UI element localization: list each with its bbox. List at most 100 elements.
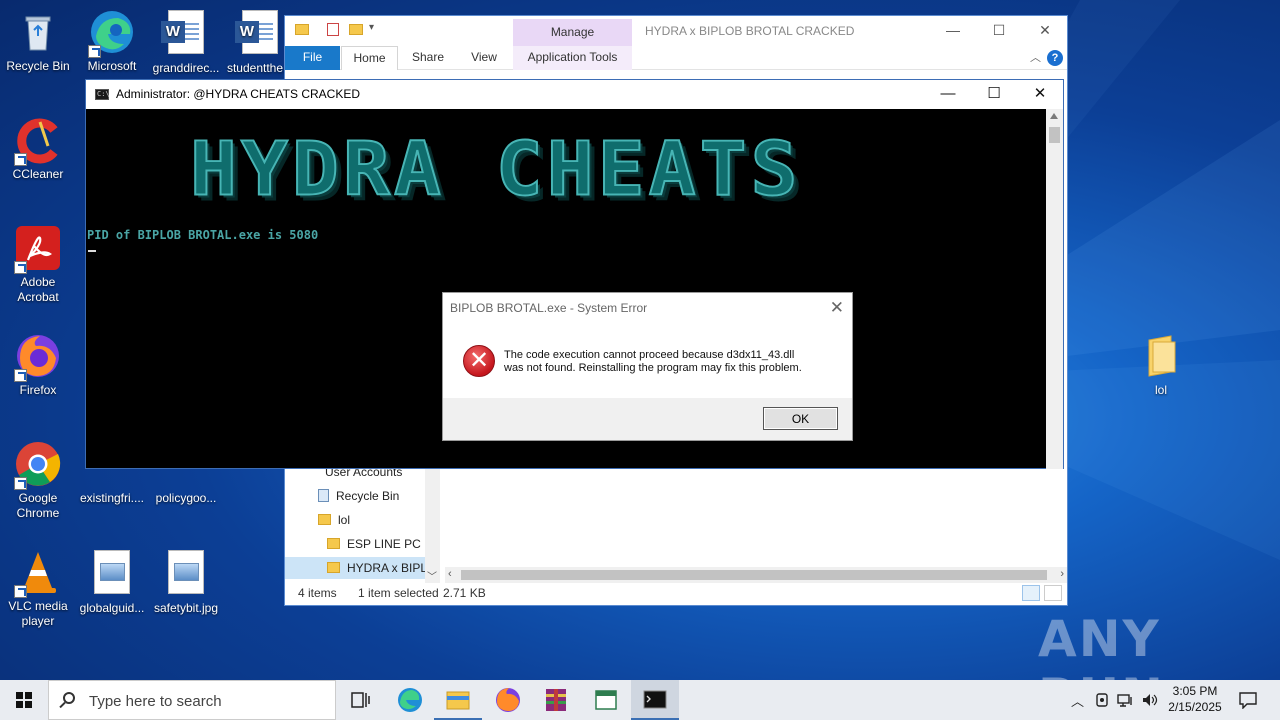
- task-view-button[interactable]: [336, 680, 384, 720]
- large-icons-view-button[interactable]: [1044, 585, 1062, 601]
- search-icon: [63, 692, 75, 704]
- cmd-icon: [643, 690, 667, 709]
- selection-count: 1 item selected: [358, 586, 439, 600]
- shortcut-arrow-icon: [14, 477, 27, 490]
- cmd-scrollbar[interactable]: [1046, 109, 1063, 469]
- minimize-button[interactable]: —: [930, 16, 976, 46]
- desktop-icon-label: lol: [1154, 383, 1167, 397]
- desktop-icon-globalguid[interactable]: globalguid...: [74, 548, 150, 616]
- item-count: 4 items: [298, 586, 337, 600]
- details-view-button[interactable]: [1022, 585, 1040, 601]
- navigation-scrollbar[interactable]: ﹀: [425, 461, 440, 583]
- folder-icon: [1137, 332, 1185, 380]
- collapse-ribbon-icon[interactable]: ︿: [1030, 49, 1041, 65]
- scroll-up-icon[interactable]: [1050, 113, 1058, 119]
- dialog-message-line-2: was not found. Reinstalling the program …: [504, 362, 802, 374]
- desktop-icon-google-chrome[interactable]: Google Chrome: [0, 440, 76, 521]
- properties-icon[interactable]: [327, 23, 339, 36]
- desktop-icon-safetybit[interactable]: safetybit.jpg: [148, 548, 224, 616]
- tab-home[interactable]: Home: [341, 46, 398, 70]
- maximize-button[interactable]: ☐: [976, 16, 1022, 46]
- quick-access-dropdown-icon[interactable]: ▾: [369, 22, 374, 33]
- network-icon[interactable]: [1117, 692, 1135, 708]
- navigation-pane: User Accounts Recycle Bin lol ESP LINE P…: [285, 461, 440, 583]
- nav-item-label: HYDRA x BIPLO: [347, 561, 425, 575]
- shortcut-arrow-icon: [14, 585, 27, 598]
- dialog-close-icon[interactable]: ✕: [830, 298, 844, 318]
- maximize-button[interactable]: ☐: [971, 80, 1017, 109]
- winrar-icon: [546, 689, 566, 711]
- desktop-icon-granddirec[interactable]: W granddirec...: [148, 8, 224, 76]
- nav-item-esp-line[interactable]: ESP LINE PC BI: [285, 533, 425, 555]
- desktop-icon-label: safetybit.jpg: [153, 601, 219, 615]
- notification-center-icon[interactable]: [1238, 691, 1258, 709]
- desktop-icon-adobe-acrobat[interactable]: Adobe Acrobat: [0, 224, 76, 305]
- minimize-button[interactable]: —: [925, 80, 971, 109]
- image-file-icon: [162, 550, 210, 598]
- volume-icon[interactable]: [1141, 692, 1159, 708]
- scrollbar-thumb[interactable]: [1049, 127, 1060, 143]
- ribbon-tabs: File Home Share View Application Tools ︿…: [285, 46, 1067, 70]
- desktop-icon-lol-folder[interactable]: lol: [1123, 332, 1199, 398]
- cmd-icon: C:\: [95, 89, 110, 100]
- cmd-titlebar[interactable]: C:\ Administrator: @HYDRA CHEATS CRACKED…: [86, 80, 1063, 109]
- new-folder-icon[interactable]: [349, 24, 363, 35]
- manage-tab[interactable]: Manage: [513, 19, 632, 46]
- folder-icon: [327, 538, 340, 549]
- scrollbar-thumb[interactable]: [461, 570, 1047, 580]
- taskbar-cmd-button[interactable]: [631, 680, 679, 720]
- tab-view[interactable]: View: [459, 46, 509, 70]
- chrome-icon: [14, 440, 62, 490]
- task-view-icon: [351, 692, 370, 708]
- close-button[interactable]: ✕: [1017, 80, 1063, 109]
- folder-icon: [295, 24, 309, 35]
- taskbar-edge-button[interactable]: [386, 680, 434, 720]
- desktop-icon-label: VLC media player: [8, 599, 68, 628]
- system-error-dialog[interactable]: BIPLOB BROTAL.exe - System Error ✕ ✕ The…: [442, 292, 853, 441]
- desktop-icon-firefox[interactable]: Firefox: [0, 332, 76, 398]
- shortcut-arrow-icon: [14, 261, 27, 274]
- edge-icon: [88, 8, 136, 58]
- tab-application-tools[interactable]: Application Tools: [513, 46, 632, 70]
- scroll-right-icon[interactable]: ›: [1060, 568, 1064, 580]
- desktop-icon-label: policygoo...: [155, 491, 217, 505]
- tab-share[interactable]: Share: [403, 46, 453, 70]
- explorer-titlebar[interactable]: ▾ Manage HYDRA x BIPLOB BROTAL CRACKED —…: [285, 16, 1067, 46]
- taskbar-app-button[interactable]: [582, 680, 630, 720]
- word-document-icon: W: [161, 10, 210, 58]
- desktop-icon-label: Microsoft Edge: [87, 59, 137, 75]
- shortcut-arrow-icon: [14, 153, 27, 166]
- tab-file[interactable]: File: [285, 46, 340, 70]
- show-hidden-icons-icon[interactable]: ︿: [1071, 691, 1084, 710]
- console-cursor: [88, 250, 96, 252]
- word-document-icon: W: [235, 10, 284, 58]
- nav-item-label: lol: [338, 513, 351, 527]
- taskbar-winrar-button[interactable]: [532, 680, 580, 720]
- nav-item-hydra[interactable]: HYDRA x BIPLO: [285, 557, 425, 579]
- desktop-icon-vlc[interactable]: VLC media player: [0, 548, 76, 629]
- dialog-message: The code execution cannot proceed becaus…: [504, 349, 834, 375]
- taskbar-file-explorer-button[interactable]: [434, 680, 482, 720]
- help-icon[interactable]: ?: [1047, 50, 1063, 66]
- scroll-left-icon[interactable]: ‹: [448, 568, 452, 580]
- taskbar-firefox-button[interactable]: [484, 680, 532, 720]
- nav-item-recycle-bin[interactable]: Recycle Bin: [285, 485, 425, 507]
- selection-size: 2.71 KB: [443, 586, 486, 600]
- firefox-icon: [14, 332, 62, 382]
- desktop-icon-recycle-bin[interactable]: Recycle Bin: [0, 8, 76, 74]
- desktop-icon-label: Adobe Acrobat: [17, 275, 59, 304]
- ok-button[interactable]: OK: [763, 407, 838, 430]
- desktop-icon-ccleaner[interactable]: CCleaner: [0, 116, 76, 182]
- security-icon[interactable]: [1094, 692, 1110, 708]
- clock[interactable]: 3:05 PM 2/15/2025: [1160, 684, 1230, 714]
- ascii-banner: HYDRA CHEATS: [189, 127, 802, 213]
- close-button[interactable]: ✕: [1022, 16, 1068, 46]
- desktop-icon-edge[interactable]: Microsoft Edge: [74, 8, 150, 75]
- error-icon: ✕: [463, 345, 495, 377]
- start-button[interactable]: [0, 680, 48, 720]
- clock-time: 3:05 PM: [1172, 684, 1218, 698]
- nav-item-lol[interactable]: lol: [285, 509, 425, 531]
- spreadsheet-icon: [595, 690, 617, 710]
- shortcut-arrow-icon: [14, 369, 27, 382]
- taskbar-search-box[interactable]: Type here to search: [48, 680, 336, 720]
